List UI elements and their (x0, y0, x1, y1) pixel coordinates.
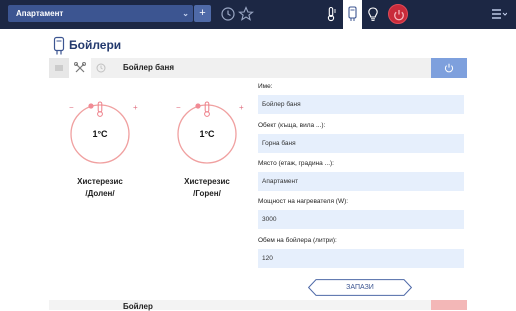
star-icon[interactable] (237, 5, 255, 23)
chevron-down-icon: ⌄ (182, 9, 189, 18)
dial-plus[interactable]: + (133, 103, 138, 112)
dial-label-line1: Хистерезис (184, 177, 230, 186)
next-device-power-button[interactable] (431, 300, 467, 310)
device-power-button[interactable] (431, 58, 467, 78)
dial-value: 1°C (92, 129, 108, 139)
hysteresis-lower-dial[interactable]: 1°C (64, 98, 136, 170)
object-field[interactable] (258, 134, 464, 153)
dial-minus[interactable]: − (69, 103, 74, 112)
thermometer-icon[interactable] (322, 5, 340, 23)
dial-label-line2: /Долен/ (85, 189, 115, 198)
dial-label-line1: Хистерезис (77, 177, 123, 186)
next-device-panel-header[interactable] (49, 300, 467, 310)
add-location-button[interactable]: + (194, 5, 211, 22)
name-field[interactable] (258, 95, 464, 114)
dial-minus[interactable]: − (176, 103, 181, 112)
tab-boilers[interactable] (343, 0, 362, 29)
settings-tab[interactable] (69, 58, 91, 78)
power-icon (444, 63, 454, 73)
grid-icon (55, 65, 63, 71)
power-icon (394, 10, 404, 21)
location-select-value: Апартамент (16, 9, 64, 18)
page-title: Бойлери (69, 38, 122, 52)
boiler-header-icon (53, 36, 65, 55)
location-select[interactable]: Апартамент ⌄ (8, 5, 193, 22)
dial-label: Хистерезис /Горен/ (162, 176, 252, 200)
clock-icon (96, 63, 106, 73)
wrench-icon (74, 62, 86, 73)
power-field[interactable] (258, 210, 464, 229)
place-label: Място (етаж, градина ...): (258, 160, 334, 167)
place-field[interactable] (258, 172, 464, 191)
power-label: Мощност на нагревателя (W): (258, 198, 349, 205)
menu-icon[interactable] (491, 8, 507, 20)
save-button[interactable]: ЗАПАЗИ (308, 279, 412, 296)
boiler-icon (348, 6, 357, 21)
lightbulb-icon[interactable] (364, 5, 382, 23)
dial-label: Хистерезис /Долен/ (55, 176, 145, 200)
grid-tab[interactable] (49, 58, 69, 78)
dial-label-line2: /Горен/ (193, 189, 221, 198)
dial-plus[interactable]: + (239, 103, 244, 112)
clock-icon[interactable] (219, 5, 237, 23)
object-label: Обект (къща, вила ...): (258, 122, 326, 129)
volume-field[interactable] (258, 249, 464, 268)
dial-value: 1°C (199, 129, 215, 139)
device-panel-header (49, 58, 467, 78)
power-button-main[interactable] (388, 4, 408, 24)
hysteresis-upper-dial[interactable]: 1°C (171, 98, 243, 170)
volume-label: Обем на бойлера (литри): (258, 237, 337, 244)
name-label: Име: (258, 83, 273, 90)
device-name: Бойлер баня (123, 63, 174, 72)
top-bar: Апартамент ⌄ + (0, 0, 516, 29)
save-button-label: ЗАПАЗИ (346, 284, 374, 291)
schedule-tab[interactable] (91, 58, 111, 78)
